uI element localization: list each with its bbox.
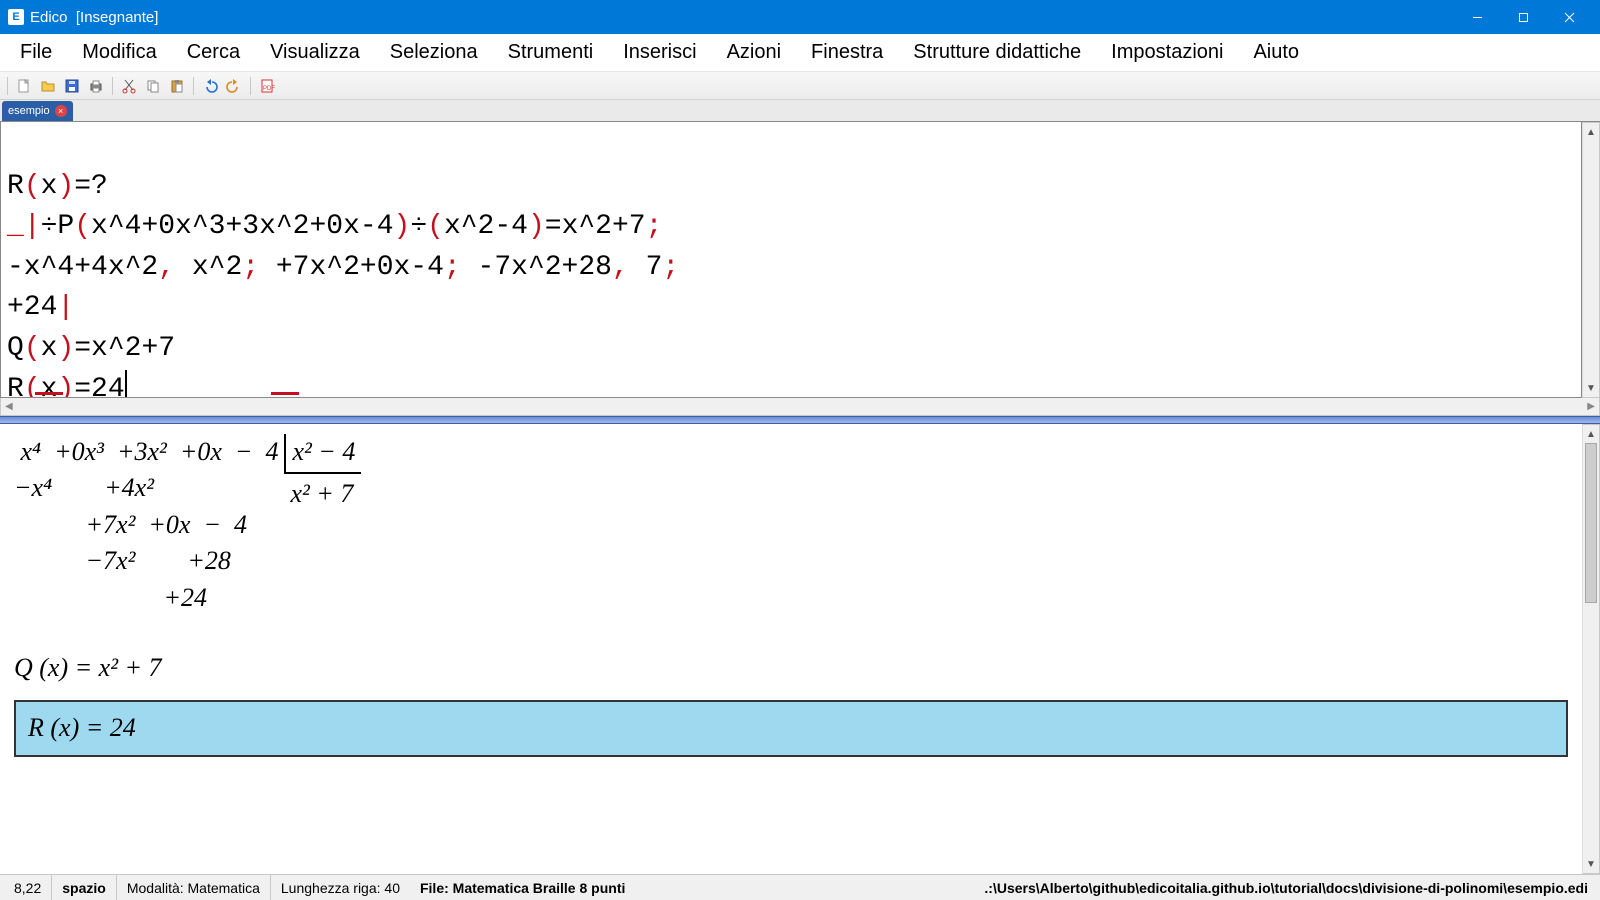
menu-visualizza[interactable]: Visualizza [256, 37, 374, 68]
preview-content: x⁴ +0x³ +3x² +0x − 4 −x⁴ +4x² +7x² +0x −… [0, 424, 1582, 874]
text-cursor [125, 370, 127, 398]
status-mode: Modalità: Matematica [117, 875, 271, 900]
menubar: File Modifica Cerca Visualizza Seleziona… [0, 34, 1600, 72]
undo-icon[interactable] [199, 75, 221, 97]
scrollbar-thumb[interactable] [1585, 443, 1597, 603]
menu-modifica[interactable]: Modifica [68, 37, 170, 68]
status-filepath: .:\Users\Alberto\github\edicoitalia.gith… [976, 880, 1596, 896]
status-key: spazio [52, 875, 117, 900]
menu-seleziona[interactable]: Seleziona [376, 37, 492, 68]
scroll-down-icon[interactable]: ▼ [1583, 855, 1599, 873]
app-window: E Edico [Insegnante] File Modifica Cerca… [0, 0, 1600, 900]
open-folder-icon[interactable] [37, 75, 59, 97]
maximize-button[interactable] [1500, 0, 1546, 34]
scroll-left-icon[interactable]: ◀ [5, 401, 13, 412]
titlebar: E Edico [Insegnante] [0, 0, 1600, 34]
menu-strumenti[interactable]: Strumenti [494, 37, 608, 68]
scroll-right-icon[interactable]: ▶ [1587, 401, 1595, 412]
pdf-icon[interactable]: PDF [256, 75, 278, 97]
scroll-up-icon[interactable]: ▲ [1583, 123, 1599, 141]
splitter[interactable] [0, 416, 1600, 424]
paste-icon[interactable] [166, 75, 188, 97]
cut-icon[interactable] [118, 75, 140, 97]
new-file-icon[interactable] [13, 75, 35, 97]
status-position: 8,22 [4, 875, 52, 900]
app-icon: E [8, 9, 24, 25]
tabstrip: esempio × [0, 100, 1600, 122]
remainder-highlight: R (x) = 24 [14, 700, 1568, 756]
print-icon[interactable] [85, 75, 107, 97]
preview-pane: x⁴ +0x³ +3x² +0x − 4 −x⁴ +4x² +7x² +0x −… [0, 424, 1600, 874]
scroll-down-icon[interactable]: ▼ [1583, 379, 1599, 397]
redo-icon[interactable] [223, 75, 245, 97]
app-title: Edico [Insegnante] [30, 9, 158, 26]
menu-impostazioni[interactable]: Impostazioni [1097, 37, 1237, 68]
save-icon[interactable] [61, 75, 83, 97]
editor-area: R(x)=? _|÷P(x^4+0x^3+3x^2+0x-4)÷(x^2-4)=… [0, 122, 1600, 398]
menu-file[interactable]: File [6, 37, 66, 68]
scroll-up-icon[interactable]: ▲ [1583, 425, 1599, 443]
source-editor[interactable]: R(x)=? _|÷P(x^4+0x^3+3x^2+0x-4)÷(x^2-4)=… [0, 122, 1582, 398]
tab-label: esempio [8, 105, 50, 117]
menu-inserisci[interactable]: Inserisci [609, 37, 710, 68]
tab-close-icon[interactable]: × [55, 105, 67, 117]
tab-esempio[interactable]: esempio × [2, 101, 73, 121]
menu-azioni[interactable]: Azioni [713, 37, 795, 68]
editor-horizontal-scrollbar[interactable]: ◀ ▶ [0, 398, 1600, 416]
quotient-line: Q (x) = x² + 7 [14, 650, 1568, 686]
menu-finestra[interactable]: Finestra [797, 37, 897, 68]
status-filetype: File: Matematica Braille 8 punti [410, 875, 635, 900]
preview-vertical-scrollbar[interactable]: ▲ ▼ [1582, 424, 1600, 874]
menu-cerca[interactable]: Cerca [173, 37, 254, 68]
editor-vertical-scrollbar[interactable]: ▲ ▼ [1582, 122, 1600, 398]
copy-icon[interactable] [142, 75, 164, 97]
menu-aiuto[interactable]: Aiuto [1239, 37, 1313, 68]
svg-text:PDF: PDF [263, 86, 275, 92]
statusbar: 8,22 spazio Modalità: Matematica Lunghez… [0, 874, 1600, 900]
toolbar: PDF [0, 72, 1600, 100]
long-division-divisor: x² − 4 x² + 7 [284, 434, 361, 513]
close-button[interactable] [1546, 0, 1592, 34]
long-division-body: x⁴ +0x³ +3x² +0x − 4 −x⁴ +4x² +7x² +0x −… [14, 434, 278, 616]
minimize-button[interactable] [1454, 0, 1500, 34]
menu-strutture[interactable]: Strutture didattiche [899, 37, 1095, 68]
status-length: Lunghezza riga: 40 [271, 875, 410, 900]
